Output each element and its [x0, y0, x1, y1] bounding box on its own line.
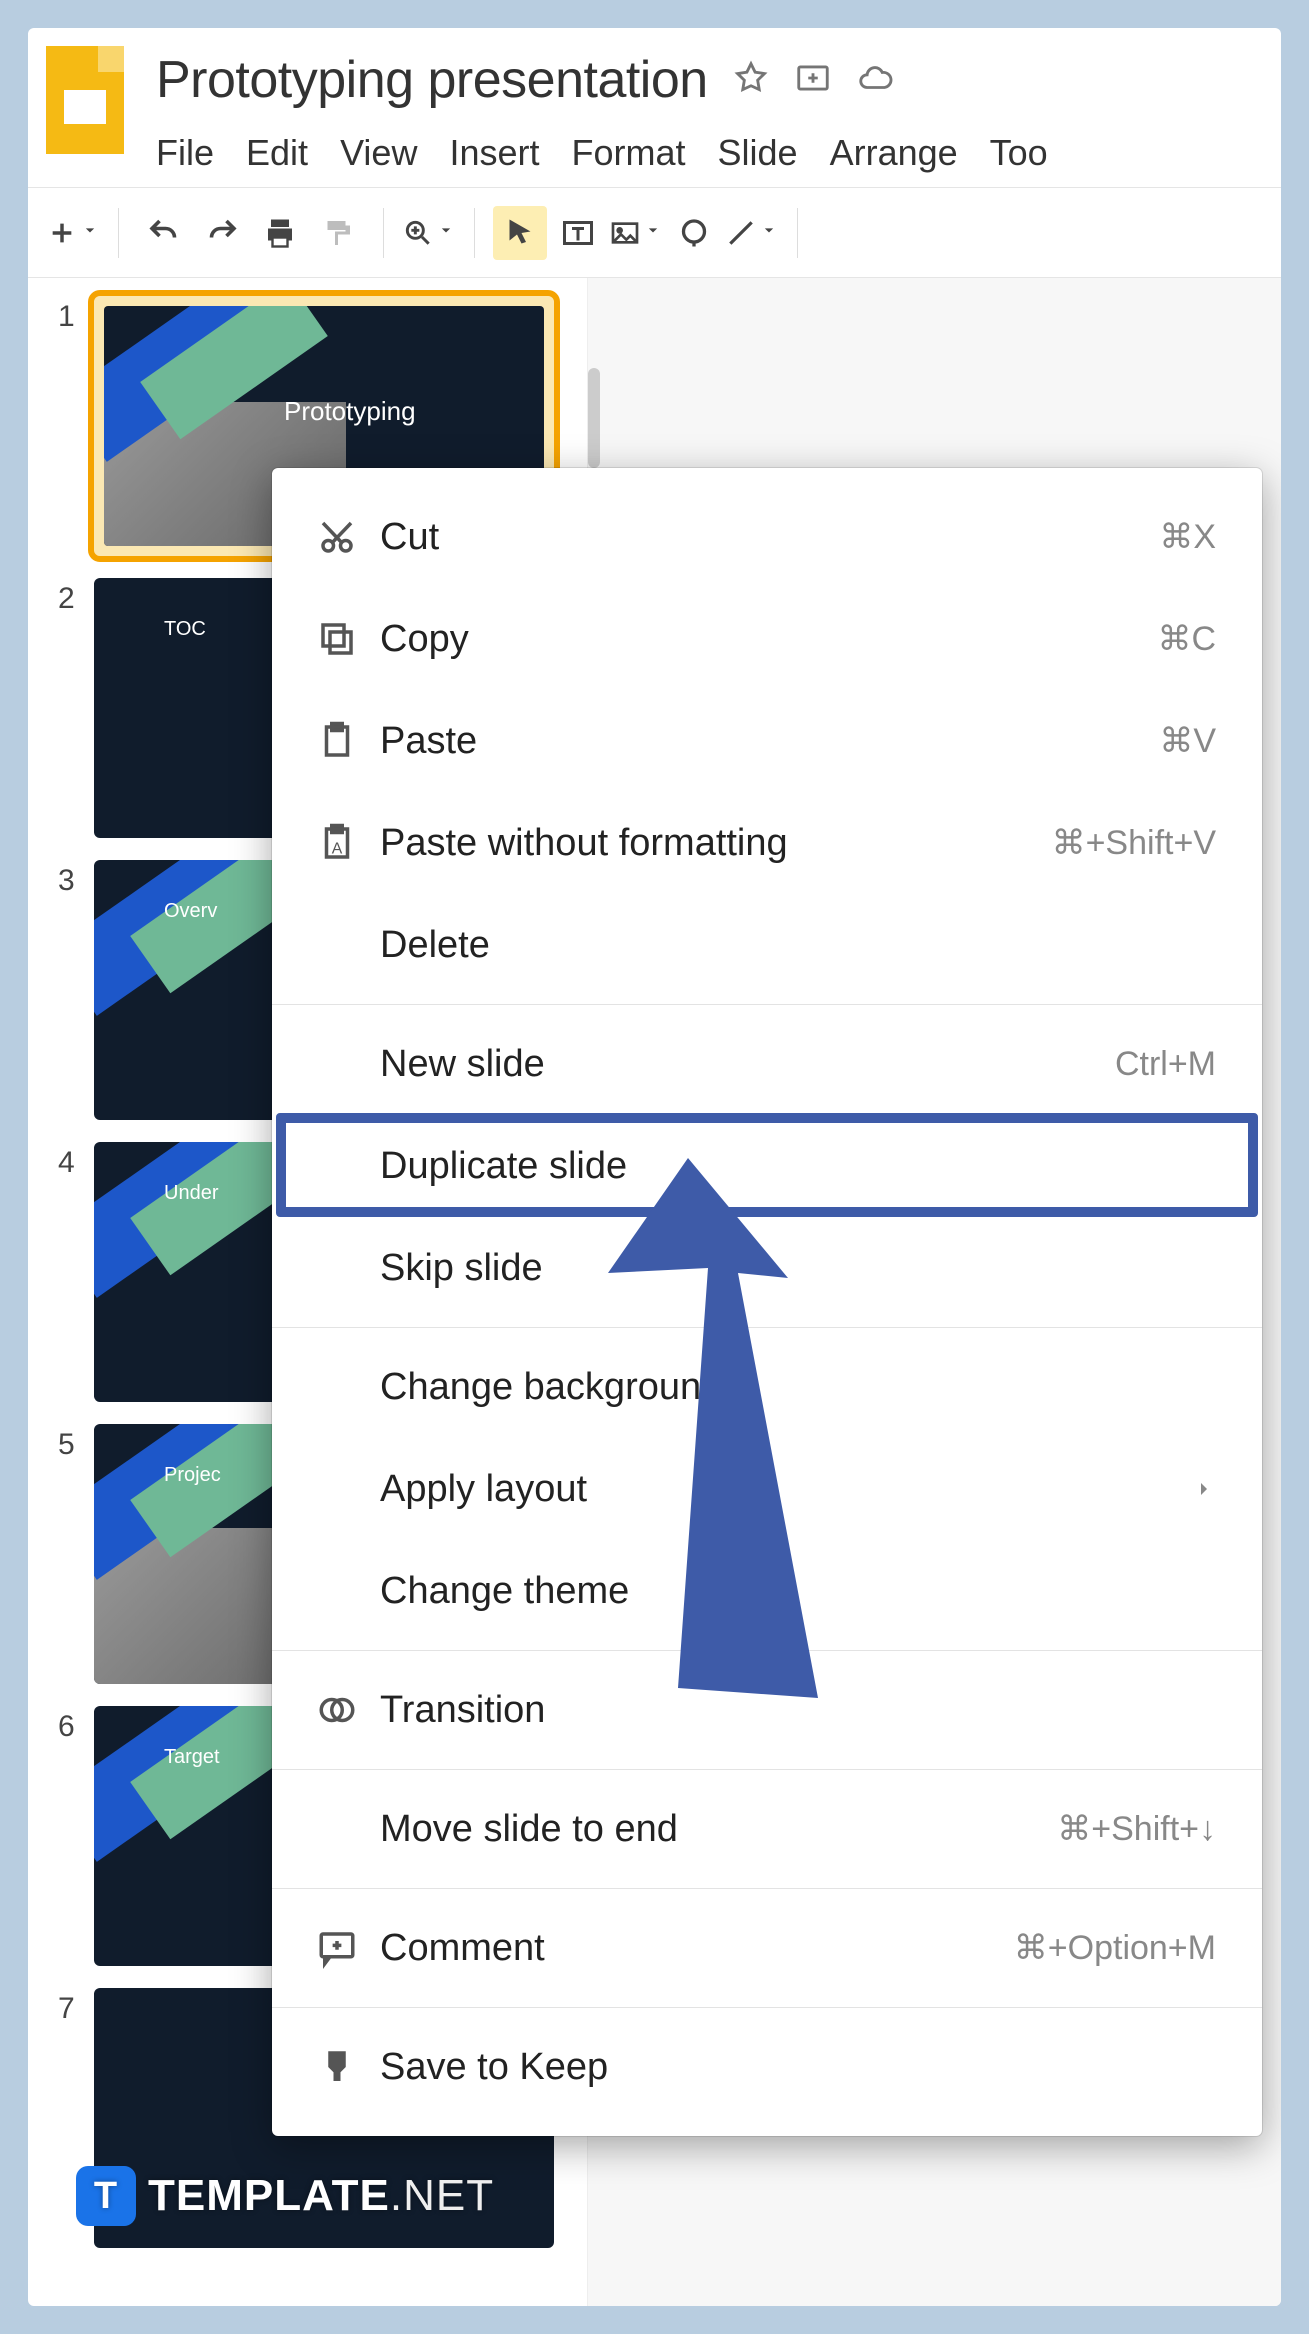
ctx-paste-without-formatting[interactable]: A Paste without formatting⌘+Shift+V: [272, 792, 1262, 894]
ctx-shortcut: ⌘+Option+M: [1014, 1928, 1216, 1968]
textbox-button[interactable]: [551, 206, 605, 260]
watermark-badge: T: [76, 2166, 136, 2226]
ctx-shortcut: ⌘+Shift+V: [1052, 823, 1216, 863]
menu-edit[interactable]: Edit: [246, 132, 308, 174]
ctx-copy[interactable]: Copy⌘C: [272, 588, 1262, 690]
ctx-move-slide-to-end[interactable]: Move slide to end⌘+Shift+↓: [272, 1778, 1262, 1880]
scrollbar-thumb[interactable]: [588, 368, 600, 468]
copy-icon: [308, 618, 366, 660]
menu-file[interactable]: File: [156, 132, 214, 174]
menu-slide[interactable]: Slide: [718, 132, 798, 174]
paint-format-button[interactable]: [311, 206, 365, 260]
ctx-label: Change theme: [380, 1570, 1216, 1613]
slide-number: 3: [58, 864, 94, 898]
ctx-label: Apply layout: [380, 1468, 1192, 1511]
ctx-label: Duplicate slide: [380, 1145, 1216, 1188]
slide-number: 4: [58, 1146, 94, 1180]
document-title[interactable]: Prototyping presentation: [156, 50, 708, 110]
ctx-label: Move slide to end: [380, 1808, 1057, 1851]
comment-icon: [308, 1927, 366, 1969]
toolbar: [28, 188, 1281, 278]
menu-format[interactable]: Format: [572, 132, 686, 174]
ctx-shortcut: ⌘V: [1159, 721, 1216, 761]
watermark: T TEMPLATE.NET: [76, 2166, 494, 2226]
zoom-button[interactable]: [402, 206, 456, 260]
ctx-duplicate-slide[interactable]: Duplicate slide: [272, 1115, 1262, 1217]
cloud-icon[interactable]: [856, 59, 894, 102]
context-menu: Cut⌘XCopy⌘CPaste⌘VAPaste without formatt…: [272, 468, 1262, 2136]
ctx-shortcut: Ctrl+M: [1115, 1045, 1216, 1084]
header: Prototyping presentation File Edit View Ins…: [28, 28, 1281, 188]
ctx-label: Comment: [380, 1927, 1014, 1970]
slide-number: 2: [58, 582, 94, 616]
ctx-new-slide[interactable]: New slideCtrl+M: [272, 1013, 1262, 1115]
move-icon[interactable]: [794, 59, 832, 102]
ctx-paste[interactable]: Paste⌘V: [272, 690, 1262, 792]
ctx-label: Paste: [380, 720, 1159, 763]
ctx-label: Save to Keep: [380, 2046, 1216, 2089]
menu-view[interactable]: View: [340, 132, 417, 174]
slide-number: 5: [58, 1428, 94, 1462]
paste-plain-icon: A: [308, 822, 366, 864]
ctx-change-theme[interactable]: Change theme: [272, 1540, 1262, 1642]
ctx-shortcut: ⌘+Shift+↓: [1057, 1809, 1216, 1849]
ctx-label: Paste without formatting: [380, 822, 1052, 865]
menu-too[interactable]: Too: [990, 132, 1048, 174]
menu-arrange[interactable]: Arrange: [830, 132, 958, 174]
watermark-suffix: .NET: [390, 2171, 494, 2221]
shape-button[interactable]: [667, 206, 721, 260]
ctx-comment[interactable]: Comment⌘+Option+M: [272, 1897, 1262, 1999]
ctx-shortcut: ⌘C: [1157, 619, 1216, 659]
slides-app-icon[interactable]: [46, 46, 124, 154]
caret-down-icon: [80, 220, 100, 245]
slide-number: 6: [58, 1710, 94, 1744]
select-tool-button[interactable]: [493, 206, 547, 260]
keep-icon: [308, 2046, 366, 2088]
ctx-save-to-keep[interactable]: Save to Keep: [272, 2016, 1262, 2118]
slide-number: 1: [58, 300, 94, 334]
ctx-label: Skip slide: [380, 1247, 1216, 1290]
undo-button[interactable]: [137, 206, 191, 260]
ctx-label: Cut: [380, 516, 1159, 559]
watermark-text: TEMPLATE: [148, 2171, 390, 2221]
ctx-shortcut: ⌘X: [1159, 517, 1216, 557]
ctx-apply-layout[interactable]: Apply layout: [272, 1438, 1262, 1540]
menu-bar: File Edit View Insert Format Slide Arrange Too: [156, 132, 1281, 174]
ctx-change-background[interactable]: Change background: [272, 1336, 1262, 1438]
star-icon[interactable]: [732, 59, 770, 102]
image-button[interactable]: [609, 206, 663, 260]
ctx-label: Copy: [380, 618, 1157, 661]
ctx-skip-slide[interactable]: Skip slide: [272, 1217, 1262, 1319]
ctx-label: Change background: [380, 1366, 1216, 1409]
paste-icon: [308, 720, 366, 762]
ctx-label: Delete: [380, 924, 1216, 967]
svg-text:A: A: [332, 841, 343, 858]
print-button[interactable]: [253, 206, 307, 260]
transition-icon: [308, 1689, 366, 1731]
slide-number: 7: [58, 1992, 94, 2026]
cut-icon: [308, 516, 366, 558]
app-frame: Prototyping presentation File Edit View Ins…: [28, 28, 1281, 2306]
menu-insert[interactable]: Insert: [449, 132, 539, 174]
line-button[interactable]: [725, 206, 779, 260]
redo-button[interactable]: [195, 206, 249, 260]
ctx-transition[interactable]: Transition: [272, 1659, 1262, 1761]
new-slide-button[interactable]: [46, 206, 100, 260]
ctx-delete[interactable]: Delete: [272, 894, 1262, 996]
ctx-label: Transition: [380, 1689, 1216, 1732]
chevron-right-icon: [1192, 1468, 1216, 1511]
ctx-cut[interactable]: Cut⌘X: [272, 486, 1262, 588]
ctx-label: New slide: [380, 1043, 1115, 1086]
